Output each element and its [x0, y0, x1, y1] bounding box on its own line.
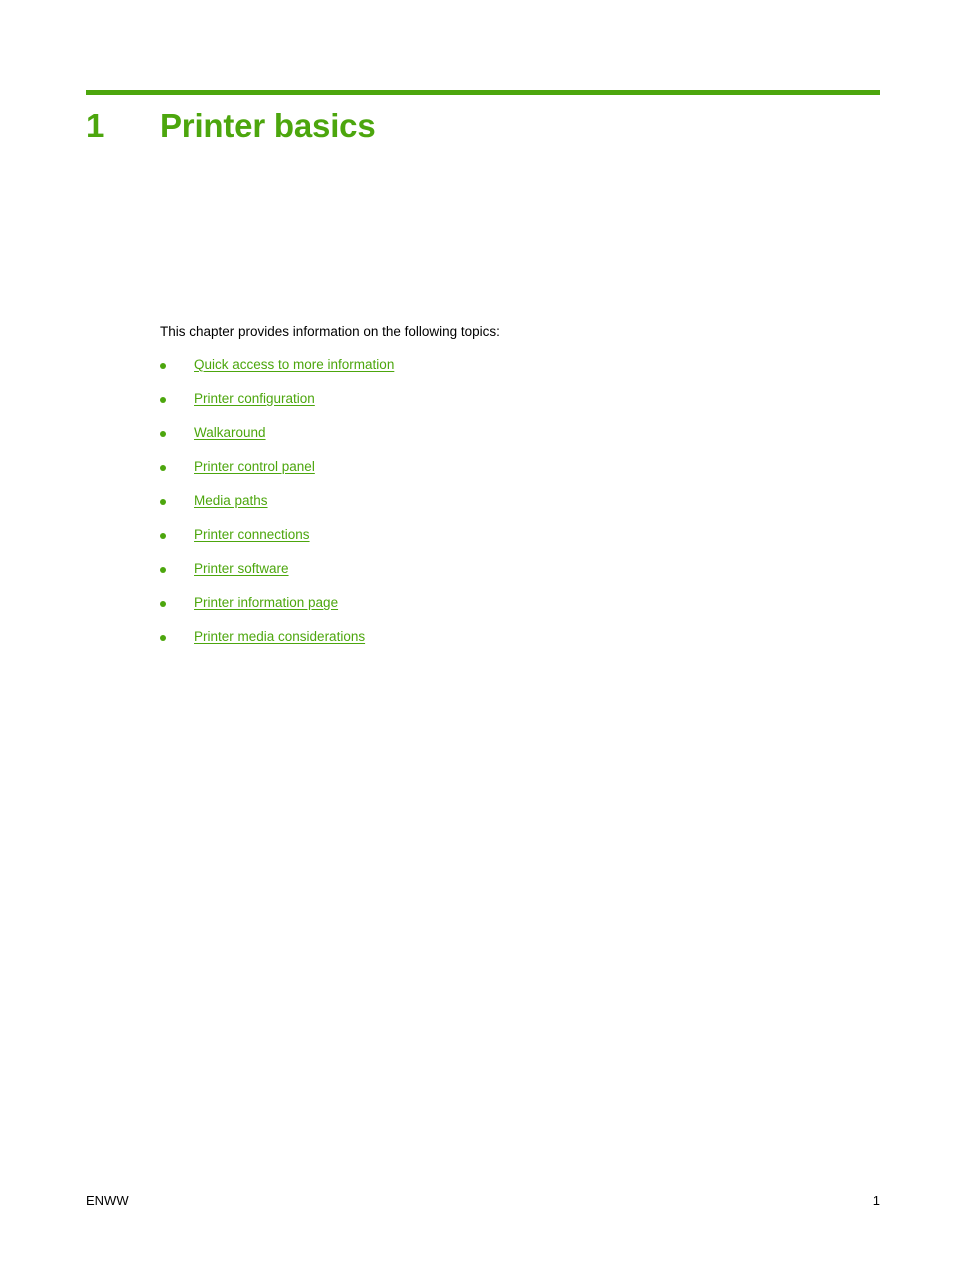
bullet-icon — [160, 601, 166, 607]
topic-link-quick-access[interactable]: Quick access to more information — [194, 357, 394, 373]
topic-link-printer-configuration[interactable]: Printer configuration — [194, 391, 315, 407]
bullet-icon — [160, 465, 166, 471]
list-item[interactable]: Printer control panel — [160, 459, 394, 493]
chapter-title-row: 1 Printer basics — [86, 107, 880, 145]
topic-link-printer-information-page[interactable]: Printer information page — [194, 595, 338, 611]
document-page: 1 Printer basics This chapter provides i… — [0, 0, 954, 1270]
list-item[interactable]: Printer connections — [160, 527, 394, 561]
page-footer: ENWW 1 — [86, 1193, 880, 1208]
list-item[interactable]: Printer configuration — [160, 391, 394, 425]
chapter-number: 1 — [86, 107, 105, 144]
topic-link-walkaround[interactable]: Walkaround — [194, 425, 266, 441]
bullet-icon — [160, 363, 166, 369]
topic-link-printer-control-panel[interactable]: Printer control panel — [194, 459, 315, 475]
list-item[interactable]: Printer information page — [160, 595, 394, 629]
list-item[interactable]: Printer software — [160, 561, 394, 595]
heading-rule — [86, 90, 880, 95]
list-item[interactable]: Media paths — [160, 493, 394, 527]
topic-link-printer-media-considerations[interactable]: Printer media considerations — [194, 629, 365, 645]
list-item[interactable]: Printer media considerations — [160, 629, 394, 663]
page-title: Printer basics — [160, 107, 376, 144]
list-item[interactable]: Quick access to more information — [160, 357, 394, 391]
bullet-icon — [160, 533, 166, 539]
chapter-heading: 1 Printer basics — [86, 90, 880, 145]
topic-link-printer-software[interactable]: Printer software — [194, 561, 289, 577]
bullet-icon — [160, 431, 166, 437]
footer-page-number: 1 — [872, 1193, 880, 1208]
bullet-icon — [160, 397, 166, 403]
list-item[interactable]: Walkaround — [160, 425, 394, 459]
bullet-icon — [160, 567, 166, 573]
footer-locale-label: ENWW — [86, 1193, 129, 1208]
topic-link-printer-connections[interactable]: Printer connections — [194, 527, 310, 543]
bullet-icon — [160, 635, 166, 641]
topic-link-media-paths[interactable]: Media paths — [194, 493, 268, 509]
topic-link-list: Quick access to more information Printer… — [160, 357, 394, 663]
bullet-icon — [160, 499, 166, 505]
intro-paragraph: This chapter provides information on the… — [160, 324, 500, 339]
